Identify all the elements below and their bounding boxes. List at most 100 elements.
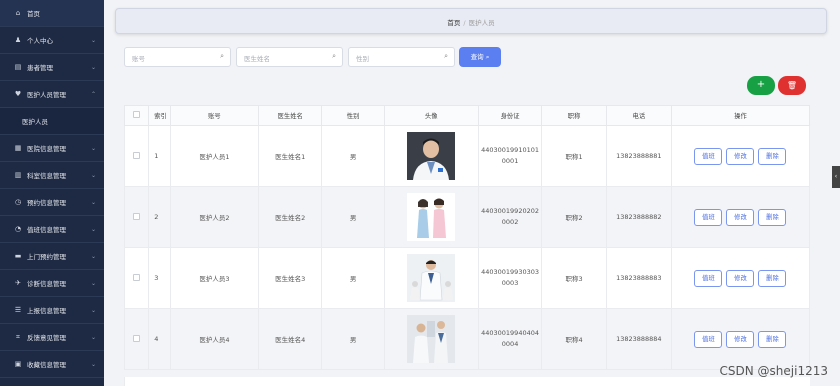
breadcrumb-home[interactable]: 首页: [447, 19, 460, 27]
account-search-input[interactable]: 账号 ⌕: [124, 47, 231, 67]
id-card-cell: 44030019930303 0003: [477, 247, 543, 309]
table-row: 1 医护人员1 医生姓名1 男 44030019910101 0001 职称1 1…: [123, 125, 811, 187]
sidebar-item-home[interactable]: ⌂ 首页: [0, 0, 104, 27]
delete-button[interactable]: 删除: [758, 269, 787, 287]
batch-delete-button[interactable]: 🗑: [778, 76, 806, 95]
phone-cell: 13823888883: [605, 247, 672, 309]
gender-search-input[interactable]: 性别 ⌕: [348, 47, 455, 67]
row-checkbox[interactable]: [133, 273, 141, 281]
edit-button[interactable]: 修改: [726, 269, 755, 287]
sidebar-item-appointment[interactable]: ◷ 预约信息管理 ⌄: [0, 189, 104, 216]
doctor-name-search-input[interactable]: 医生姓名 ⌕: [236, 47, 343, 67]
id-card-line2: 0003: [501, 279, 519, 287]
sidebar-item-staff-mgmt[interactable]: ♥ 医护人员管理 ⌃: [0, 81, 104, 108]
account-placeholder: 账号: [132, 55, 145, 63]
id-card-line2: 0002: [501, 218, 519, 226]
chevron-down-icon: ⌄: [90, 144, 96, 152]
id-card-line1: 44030019940404: [481, 329, 539, 337]
account-cell: 医护人员3: [169, 247, 260, 309]
index-cell: 4: [148, 308, 171, 370]
delete-button[interactable]: 删除: [758, 208, 787, 226]
id-card-line1: 44030019930303: [481, 268, 539, 276]
sidebar-item-home-visit[interactable]: ▬ 上门预约管理 ⌄: [0, 243, 104, 270]
staff-table: 索引 账号 医生姓名 性别 头像 身份证 职称 电话 操作 1 医护人员1 医生…: [123, 105, 811, 370]
gender-placeholder: 性别: [356, 55, 369, 63]
sidebar-item-label: 患者管理: [27, 64, 53, 72]
chevron-down-icon: ⌄: [90, 225, 96, 233]
row-checkbox[interactable]: [133, 212, 141, 220]
sidebar-item-feedback[interactable]: ⌗ 反馈意见管理 ⌄: [0, 324, 104, 351]
breadcrumb: 首页 / 医护人员: [116, 17, 826, 27]
sidebar-item-label: 上报信息管理: [27, 307, 66, 315]
chevron-down-icon: ⌄: [90, 360, 96, 368]
chevron-down-icon: ⌄: [90, 198, 96, 206]
column-header: 身份证: [477, 105, 543, 126]
account-cell: 医护人员4: [169, 308, 260, 370]
actions-cell: 值班 修改 删除: [670, 186, 811, 248]
duty-button[interactable]: 值班: [694, 208, 723, 226]
column-header: 职称: [541, 105, 607, 126]
sidebar-item-label: 个人中心: [27, 37, 53, 45]
delete-button[interactable]: 删除: [758, 330, 787, 348]
id-card-line1: 44030019920202: [481, 207, 539, 215]
title-cell: 职称2: [541, 186, 607, 248]
row-select-cell: [123, 125, 150, 187]
sidebar-item-department[interactable]: ▥ 科室信息管理 ⌄: [0, 162, 104, 189]
breadcrumb-separator: /: [463, 19, 466, 27]
add-button[interactable]: +: [747, 76, 775, 95]
index-cell: 3: [148, 247, 171, 309]
gender-cell: 男: [321, 308, 385, 370]
doctor-avatar: [407, 132, 456, 180]
chevron-down-icon: ⌄: [90, 252, 96, 260]
duty-button[interactable]: 值班: [694, 269, 723, 287]
row-checkbox[interactable]: [133, 151, 141, 159]
column-header: 账号: [169, 105, 260, 126]
row-select-cell: [123, 308, 150, 370]
doctor-name-placeholder: 医生姓名: [244, 55, 270, 63]
gender-cell: 男: [321, 125, 385, 187]
sidebar: ⌂ 首页 ♟ 个人中心 ⌄ ▤ 患者管理 ⌄ ♥ 医护人员管理 ⌃ 医护人员 ▦ 医院信息管理 ⌄…: [0, 0, 104, 386]
main-content: 首页 / 医护人员 账号 ⌕ 医生姓名 ⌕ 性别 ⌕ 查询 ⌕ + 🗑 索引 账号 医生姓…: [104, 0, 840, 386]
chevron-down-icon: ⌄: [90, 63, 96, 71]
sidebar-item-label: 首页: [27, 10, 40, 18]
sidebar-item-diagnosis[interactable]: ✈ 诊断信息管理 ⌄: [0, 270, 104, 297]
sidebar-item-label: 医护人员管理: [27, 91, 66, 99]
edit-button[interactable]: 修改: [726, 147, 755, 165]
sidebar-item-patients[interactable]: ▤ 患者管理 ⌄: [0, 54, 104, 81]
query-button-label: 查询: [470, 53, 484, 61]
index-cell: 1: [148, 125, 171, 187]
sidebar-item-collect[interactable]: ▣ 收藏信息管理 ⌄: [0, 351, 104, 378]
sidebar-item-label: 医护人员: [22, 118, 48, 126]
plane-icon: ✈: [15, 279, 21, 287]
avatar-cell: [383, 186, 479, 248]
sidebar-item-report[interactable]: ☰ 上报信息管理 ⌄: [0, 297, 104, 324]
delete-button[interactable]: 删除: [758, 147, 787, 165]
search-icon: ⌕: [444, 52, 448, 60]
title-cell: 职称4: [541, 308, 607, 370]
collapse-handle[interactable]: ‹: [832, 166, 840, 188]
select-all-header[interactable]: [123, 105, 150, 126]
edit-button[interactable]: 修改: [726, 208, 755, 226]
doctor-name-cell: 医生姓名3: [257, 247, 323, 309]
duty-button[interactable]: 值班: [694, 330, 723, 348]
duty-button[interactable]: 值班: [694, 147, 723, 165]
id-card-line1: 44030019910101: [481, 146, 539, 154]
chevron-down-icon: ⌄: [90, 306, 96, 314]
select-all-checkbox[interactable]: [133, 111, 141, 118]
doctor-name-cell: 医生姓名1: [257, 125, 323, 187]
sidebar-subitem-staff[interactable]: 医护人员: [0, 108, 104, 135]
doctor-avatar: [407, 254, 456, 302]
sidebar-item-duty[interactable]: ◔ 值班信息管理 ⌄: [0, 216, 104, 243]
query-button[interactable]: 查询 ⌕: [459, 47, 501, 67]
table-continuation: [124, 377, 810, 386]
duty-icon: ◔: [14, 225, 22, 233]
hospital-icon: ▦: [14, 144, 22, 152]
edit-button[interactable]: 修改: [726, 330, 755, 348]
column-header: 操作: [670, 105, 811, 126]
watermark: CSDN @sheji1213: [719, 364, 828, 378]
sidebar-item-label: 科室信息管理: [27, 172, 66, 180]
sidebar-item-hospital[interactable]: ▦ 医院信息管理 ⌄: [0, 135, 104, 162]
row-checkbox[interactable]: [133, 334, 141, 342]
breadcrumb-bar: 首页 / 医护人员: [115, 8, 827, 34]
sidebar-item-profile[interactable]: ♟ 个人中心 ⌄: [0, 27, 104, 54]
